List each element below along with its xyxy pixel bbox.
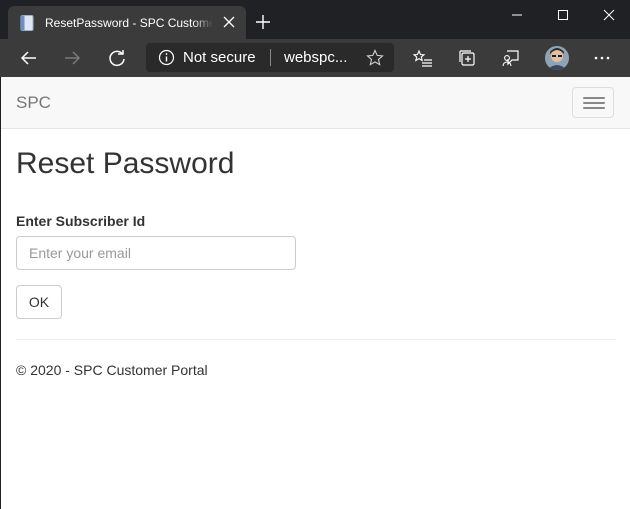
window-close-icon[interactable] — [586, 0, 630, 30]
web-page: SPC Reset Password Enter Subscriber Id O… — [1, 77, 630, 509]
plus-icon[interactable] — [254, 13, 272, 31]
title-bar: ResetPassword - SPC Customer Portal — [0, 0, 630, 39]
refresh-icon[interactable] — [107, 48, 127, 68]
security-label[interactable]: Not secure — [183, 49, 256, 66]
address-bar[interactable]: Not secure webspc... — [146, 43, 394, 72]
site-navbar: SPC — [1, 77, 630, 129]
feedback-icon[interactable] — [501, 48, 521, 68]
browser-tab[interactable]: ResetPassword - SPC Customer Portal — [8, 6, 246, 39]
tab-title: ResetPassword - SPC Customer Portal — [45, 15, 213, 30]
favorites-list-icon[interactable] — [412, 48, 433, 68]
back-arrow-icon[interactable] — [19, 48, 39, 68]
hamburger-icon — [583, 102, 605, 104]
forward-arrow-icon[interactable] — [62, 48, 82, 68]
ok-button[interactable]: OK — [16, 285, 62, 319]
hamburger-icon — [583, 97, 605, 99]
browser-window: ResetPassword - SPC Customer Portal — [0, 0, 630, 509]
close-icon[interactable] — [222, 15, 236, 29]
star-icon[interactable] — [366, 49, 384, 67]
subscriber-id-input[interactable] — [16, 236, 296, 270]
footer-text: © 2020 - SPC Customer Portal — [16, 362, 208, 378]
minimize-icon[interactable] — [494, 0, 540, 30]
url-text[interactable]: webspc... — [284, 49, 347, 66]
hamburger-icon — [583, 107, 605, 109]
footer-divider — [16, 339, 616, 340]
page-title: Reset Password — [16, 147, 235, 180]
collections-icon[interactable] — [457, 48, 477, 68]
info-icon[interactable] — [158, 49, 175, 66]
subscriber-id-label: Enter Subscriber Id — [16, 213, 146, 229]
document-icon — [20, 14, 34, 31]
avatar[interactable] — [545, 46, 569, 70]
address-separator — [270, 49, 271, 66]
brand-link[interactable]: SPC — [16, 93, 51, 113]
maximize-icon[interactable] — [540, 0, 586, 30]
navbar-toggle-button[interactable] — [572, 87, 614, 118]
more-icon[interactable] — [592, 48, 612, 68]
